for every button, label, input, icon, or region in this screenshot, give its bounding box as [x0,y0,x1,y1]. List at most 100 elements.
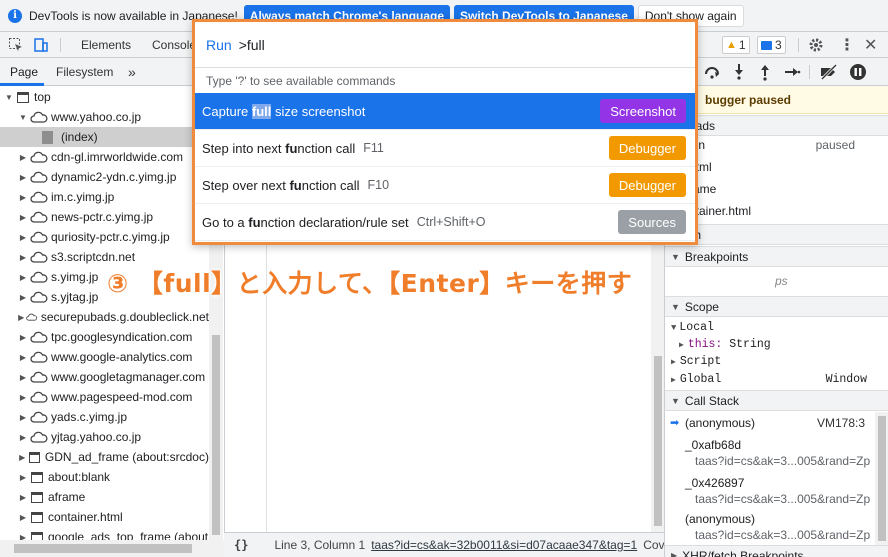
scope-local[interactable]: ▼ Local [671,321,881,334]
editor-scrollbar-thumb[interactable] [654,356,662,526]
inspect-element-icon[interactable] [8,32,24,58]
step-out-icon[interactable] [757,63,773,84]
tree-item[interactable]: ▶ container.html [0,507,209,527]
collapsed-arrow-icon[interactable]: ▶ [18,253,28,262]
tree-item[interactable]: ▶ tpc.googlesyndication.com [0,327,209,347]
tree-item[interactable]: ▶ about:blank [0,467,209,487]
collapsed-arrow-icon[interactable]: ▶ [18,493,28,502]
collapsed-arrow-icon[interactable]: ▶ [18,333,28,342]
tab-elements[interactable]: Elements [81,32,131,58]
call-frame[interactable]: (anonymous) taas?id=cs&ak=3...005&rand=Zp [665,512,875,548]
tree-item[interactable]: ▶ google_ads_top_frame (about [0,527,209,540]
tab-console[interactable]: Console [152,32,196,58]
collapsed-arrow-icon[interactable]: ▶ [18,513,28,522]
tree-item[interactable]: ▶ dynamic2-ydn.c.yimg.jp [0,167,209,187]
collapsed-arrow-icon[interactable]: ▶ [18,353,28,362]
expanded-arrow-icon[interactable]: ▼ [4,93,14,102]
tree-item[interactable]: ▼ www.yahoo.co.jp [0,107,209,127]
deactivate-breakpoints-icon[interactable] [819,63,839,84]
collapsed-arrow-icon[interactable]: ▶ [18,213,28,222]
tree-item-label: s.yjtag.jp [51,290,99,304]
tree-item[interactable]: ▶ securepubads.g.doubleclick.net [0,307,209,327]
command-item[interactable]: Step over next fu nction call F10 Debugger [195,167,695,204]
call-stack-scrollbar[interactable] [875,412,888,552]
collapsed-arrow-icon[interactable]: ▶ [18,373,28,382]
thread-item[interactable]: ntainer.html [689,204,885,218]
collapsed-arrow-icon[interactable]: ▶ [18,293,28,302]
more-options-icon[interactable]: ⋮ [839,32,855,58]
tree-scrollbar-thumb[interactable] [212,335,220,535]
collapsed-arrow-icon[interactable]: ▶ [18,433,28,442]
call-stack-section-header[interactable]: ▼ Call Stack [665,390,888,411]
device-toolbar-icon[interactable] [33,32,49,58]
command-input[interactable]: Run >full [195,22,695,68]
more-tabs-icon[interactable]: » [128,58,136,86]
tab-page[interactable]: Page [10,58,38,86]
scope-section-header[interactable]: ▼ Scope [665,296,888,317]
cloud-domain-icon [30,351,48,363]
tree-item[interactable]: ▶ quriosity-pctr.c.yimg.jp [0,227,209,247]
command-item[interactable]: Capture full size screenshot Screenshot [195,93,695,130]
step-into-icon[interactable] [731,63,747,84]
thread-item[interactable]: html [689,160,885,174]
tree-item[interactable]: ▶ im.c.yimg.jp [0,187,209,207]
call-frame[interactable]: _0xafb68d taas?id=cs&ak=3...005&rand=Zp [665,438,875,474]
collapsed-arrow-icon[interactable]: ▶ [18,393,28,402]
collapsed-arrow-icon[interactable]: ▶ [18,233,28,242]
tree-item[interactable]: ▶ yjtag.yahoo.co.jp [0,427,209,447]
call-stack-label: Call Stack [684,393,739,408]
threads-section-header[interactable]: eads [665,115,888,136]
instruction-callout: ③ 【full】と入力して、【Enter】キーを押す [107,269,633,298]
pause-on-exceptions-icon[interactable] [849,63,867,84]
pretty-print-icon[interactable]: {} [234,538,248,552]
call-frame[interactable]: ➡ (anonymous) VM178:3 [665,416,875,436]
tree-item[interactable]: ▶ GDN_ad_frame (about:srcdoc) [0,447,209,467]
call-frame-source: taas?id=cs&ak=3...005&rand=Zp [695,528,871,542]
warnings-counter[interactable]: ▲ 1 [722,32,750,58]
scope-script[interactable]: ▶ Script [671,355,881,368]
scope-global[interactable]: ▶ Global Window [671,373,881,386]
tree-item[interactable]: ▶ aframe [0,487,209,507]
close-devtools-icon[interactable]: ✕ [864,32,877,58]
tree-item[interactable]: (index) [0,127,209,147]
scope-this[interactable]: ▶ this: String [679,338,888,351]
source-link[interactable]: taas?id=cs&ak=32b0011&si=d07acaae347&tag… [371,538,637,552]
expand-xhr-icon: ▶ [671,551,678,557]
tree-h-scrollbar[interactable] [0,540,224,557]
watch-section-header[interactable]: tch [665,224,888,245]
step-icon[interactable] [783,63,801,84]
collapsed-arrow-icon[interactable]: ▶ [18,273,28,282]
cloud-domain-icon [30,391,48,403]
command-item[interactable]: Go to a fu nction declaration/rule set Ctr… [195,204,695,241]
step-over-icon[interactable] [703,63,721,84]
thread-item[interactable]: ainpaused [689,138,885,152]
collapsed-arrow-icon[interactable]: ▶ [18,533,28,541]
collapsed-arrow-icon[interactable]: ▶ [18,193,28,202]
breakpoints-label: Breakpoints [684,249,749,264]
collapsed-arrow-icon[interactable]: ▶ [18,313,24,322]
tree-item[interactable]: ▶ www.googletagmanager.com [0,367,209,387]
tree-item[interactable]: ▶ www.google-analytics.com [0,347,209,367]
breakpoints-section-header[interactable]: ▼ Breakpoints [665,246,888,267]
collapsed-arrow-icon[interactable]: ▶ [18,453,26,462]
call-frame[interactable]: _0x426897 taas?id=cs&ak=3...005&rand=Zp [665,476,875,512]
settings-gear-icon[interactable] [808,32,824,58]
collapsed-arrow-icon[interactable]: ▶ [18,413,28,422]
tree-item[interactable]: ▼ top [0,87,209,107]
collapsed-arrow-icon[interactable]: ▶ [18,473,28,482]
call-stack-scrollbar-thumb[interactable] [878,416,886,541]
collapsed-arrow-icon[interactable]: ▶ [18,153,28,162]
tree-item[interactable]: ▶ yads.c.yimg.jp [0,407,209,427]
cloud-domain-icon [30,331,48,343]
tree-h-scrollbar-thumb[interactable] [14,544,192,553]
expanded-arrow-icon[interactable]: ▼ [18,113,28,122]
command-item[interactable]: Step into next fu nction call F11 Debugger [195,130,695,167]
messages-counter[interactable]: 3 [757,32,786,58]
tab-filesystem[interactable]: Filesystem [56,58,113,86]
collapsed-arrow-icon[interactable]: ▶ [18,173,28,182]
tree-item[interactable]: ▶ cdn-gl.imrworldwide.com [0,147,209,167]
tree-item[interactable]: ▶ www.pagespeed-mod.com [0,387,209,407]
thread-item[interactable]: rame [689,182,885,196]
call-frame-name: _0x426897 [685,476,745,490]
tree-item[interactable]: ▶ news-pctr.c.yimg.jp [0,207,209,227]
